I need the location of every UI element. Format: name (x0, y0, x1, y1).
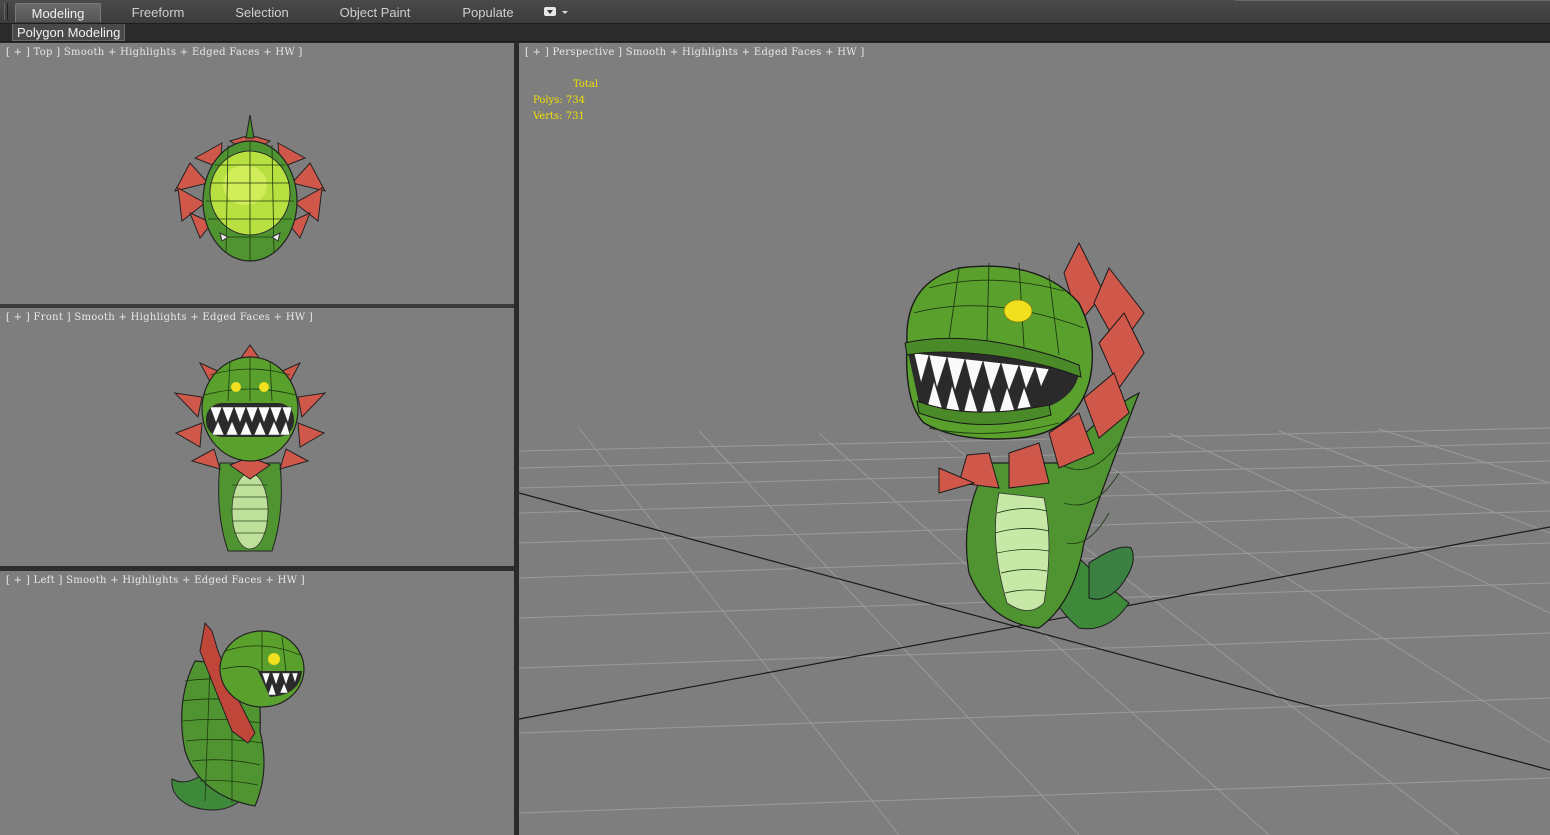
ribbon-options-dropdown-icon[interactable] (543, 6, 569, 18)
viewport-front[interactable]: [ + ] Front ] Smooth + Highlights + Edge… (0, 308, 514, 566)
tab-modeling[interactable]: Modeling (15, 3, 101, 22)
tab-selection[interactable]: Selection (222, 3, 302, 22)
ribbon-grip[interactable] (4, 3, 8, 20)
tab-populate[interactable]: Populate (448, 3, 528, 22)
ribbon-divider (1235, 0, 1550, 1)
tab-object-paint[interactable]: Object Paint (330, 3, 420, 22)
model-front-view (173, 344, 327, 552)
model-top-view (174, 114, 326, 262)
viewport-top[interactable]: [ + ] Top ] Smooth + Highlights + Edged … (0, 43, 514, 304)
tab-freeform[interactable]: Freeform (118, 3, 198, 22)
viewport-perspective[interactable]: [ + ] Perspective ] Smooth + Highlights … (519, 43, 1550, 835)
polygon-modeling-panel-button[interactable]: Polygon Modeling (12, 24, 126, 41)
perspective-scene (519, 241, 1550, 835)
viewport-left[interactable]: [ + ] Left ] Smooth + Highlights + Edged… (0, 571, 514, 835)
ribbon-tab-bar: Modeling Freeform Selection Object Paint… (0, 0, 1550, 24)
model-left-view (171, 621, 305, 811)
ribbon-panel: Polygon Modeling (0, 24, 1550, 42)
